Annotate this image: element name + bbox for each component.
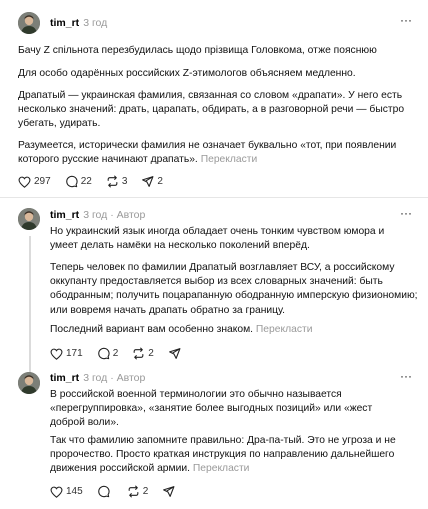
user-photo-icon: [18, 12, 40, 34]
post-time[interactable]: 3 год: [83, 372, 107, 384]
post-header: tim_rt 3 год · Автор: [50, 372, 146, 384]
repost-icon: [128, 485, 139, 498]
avatar[interactable]: [18, 12, 40, 34]
action-bar: 297 22 3 2: [18, 175, 177, 188]
reply-button[interactable]: [97, 485, 113, 498]
post-paragraph: Разумеется, исторически фамилия не означ…: [18, 139, 398, 167]
avatar[interactable]: [18, 208, 40, 230]
comment-icon: [97, 347, 110, 360]
action-bar: 171 2 2: [50, 347, 198, 360]
post-paragraph: В российской военной терминологии это об…: [50, 389, 373, 429]
share-button[interactable]: [162, 485, 178, 498]
post-paragraph: Так что фамилию запомните правильно: Дра…: [50, 434, 405, 477]
repost-icon: [107, 175, 118, 188]
comment-icon: [65, 175, 78, 188]
like-count: 145: [66, 486, 83, 497]
post-paragraph: Теперь человек по фамилии Драпатый возгл…: [50, 262, 418, 316]
username[interactable]: tim_rt: [50, 372, 79, 384]
thread-post: tim_rt 3 год · Автор ··· В российской вое…: [0, 368, 428, 509]
send-icon: [163, 486, 175, 497]
like-button[interactable]: 171: [50, 348, 83, 360]
share-count: 2: [157, 176, 163, 187]
user-photo-icon: [18, 208, 40, 230]
thread-post: tim_rt 3 год ··· Бачу Z спільнота перезбу…: [0, 0, 428, 198]
heart-icon: [18, 176, 31, 188]
post-time[interactable]: 3 год: [83, 17, 107, 29]
repost-button[interactable]: 2: [132, 347, 154, 360]
post-paragraph-text: Последний вариант вам особенно знаком.: [50, 324, 254, 335]
username[interactable]: tim_rt: [50, 17, 79, 29]
post-header: tim_rt 3 год · Автор: [50, 209, 146, 221]
translate-link[interactable]: Перекласти: [256, 324, 313, 335]
translate-link[interactable]: Перекласти: [201, 154, 258, 165]
author-badge: Автор: [116, 372, 146, 384]
repost-count: 2: [142, 486, 149, 497]
post-paragraph: Драпатый — украинская фамилия, связанная…: [18, 90, 405, 130]
like-count: 171: [66, 348, 83, 359]
post-time[interactable]: 3 год: [83, 209, 107, 221]
more-options-icon[interactable]: ···: [400, 206, 412, 220]
reply-count: 22: [80, 176, 92, 187]
share-button[interactable]: [168, 347, 184, 360]
repost-button[interactable]: 3: [106, 175, 128, 188]
like-button[interactable]: 145: [50, 486, 83, 498]
repost-count: 2: [148, 348, 154, 359]
thread-post: tim_rt 3 год · Автор ··· Но украинский яз…: [0, 198, 428, 368]
post-header: tim_rt 3 год: [50, 17, 107, 29]
reply-count: 2: [112, 348, 119, 359]
repost-count: 3: [121, 176, 128, 187]
action-bar: 145 2: [50, 485, 192, 498]
like-button[interactable]: 297: [18, 176, 51, 188]
reply-button[interactable]: 22: [65, 175, 92, 188]
like-count: 297: [34, 176, 51, 187]
avatar[interactable]: [18, 372, 40, 394]
repost-icon: [133, 347, 144, 360]
send-icon: [168, 348, 181, 359]
post-paragraph: Последний вариант вам особенно знаком. П…: [50, 323, 412, 337]
repost-button[interactable]: 2: [127, 485, 149, 498]
username[interactable]: tim_rt: [50, 209, 79, 221]
send-icon: [142, 176, 154, 187]
more-options-icon[interactable]: ···: [400, 369, 412, 383]
reply-button[interactable]: 2: [97, 347, 119, 360]
more-options-icon[interactable]: ···: [400, 13, 412, 27]
heart-icon: [50, 348, 63, 360]
post-paragraph: Для особо одарённых российских Z-этимоло…: [18, 68, 356, 79]
share-button[interactable]: 2: [141, 175, 163, 188]
comment-icon: [97, 485, 110, 498]
post-paragraph: Бачу Z спільнота перезбудилась щодо пріз…: [18, 45, 377, 56]
thread-connector: [29, 236, 31, 368]
translate-link[interactable]: Перекласти: [193, 463, 250, 474]
heart-icon: [50, 486, 63, 498]
author-badge: Автор: [116, 209, 146, 221]
user-photo-icon: [18, 372, 40, 394]
post-paragraph: Но украинский язык иногда обладает очень…: [50, 226, 385, 252]
